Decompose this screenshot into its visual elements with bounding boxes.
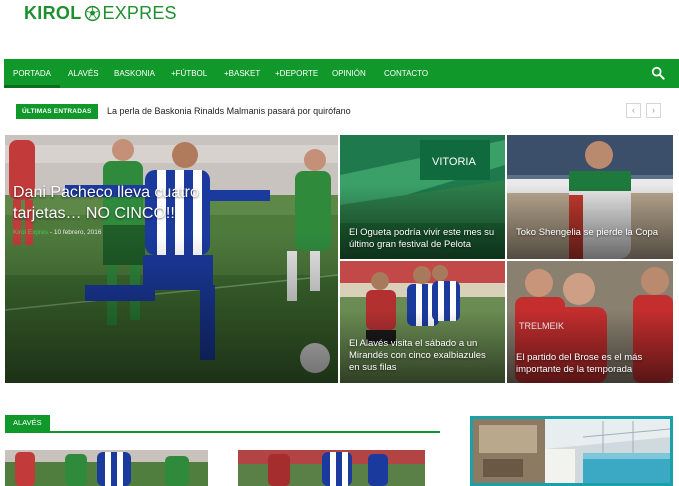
featured-main-shade	[5, 234, 338, 383]
featured-card-shade	[507, 184, 673, 259]
featured-card-shengelia[interactable]: Toko Shengelia se pierde la Copa	[507, 135, 673, 259]
featured-card-mirandes[interactable]: El Alavés visita el sábado a un Mirandés…	[340, 261, 505, 383]
article-thumbnail[interactable]	[238, 450, 425, 486]
nav-item-contacto[interactable]: CONTACTO	[384, 59, 428, 88]
ad-image	[473, 419, 670, 483]
nav-item-portada[interactable]: PORTADA	[4, 59, 60, 88]
nav-item-alaves[interactable]: ALAVÉS	[68, 59, 99, 88]
ticker-headline-link[interactable]: La perla de Baskonia Rinalds Malmanis pa…	[107, 104, 351, 119]
site-logo[interactable]: KIROL EXPRES	[24, 2, 177, 24]
main-nav: PORTADA ALAVÉS BASKONIA +FÚTBOL +BASKET …	[4, 59, 679, 88]
nav-item-baskonia[interactable]: BASKONIA	[114, 59, 155, 88]
search-icon[interactable]	[651, 66, 665, 80]
article-thumbnail-image	[238, 450, 425, 486]
latest-entries-badge: ÚLTIMAS ENTRADAS	[16, 104, 98, 119]
featured-shengelia-title[interactable]: Toko Shengelia se pierde la Copa	[516, 227, 664, 239]
soccer-ball-icon	[84, 5, 100, 21]
svg-text:VITORIA: VITORIA	[432, 156, 476, 168]
article-thumbnail[interactable]	[5, 450, 208, 486]
featured-main-meta: Kirol Expres - 10 febrero, 2016	[13, 229, 102, 236]
featured-main-date: 10 febrero, 2016	[53, 229, 102, 236]
page: KIROL EXPRES PORTADA ALAVÉS BASKONIA +FÚ…	[0, 0, 679, 486]
nav-item-futbol[interactable]: +FÚTBOL	[171, 59, 207, 88]
featured-mirandes-title[interactable]: El Alavés visita el sábado a un Mirandés…	[349, 338, 496, 374]
chevron-right-icon[interactable]: ›	[646, 103, 661, 118]
featured-main-title[interactable]: Dani Pacheco lleva cuatro tarjetas… NO C…	[13, 182, 233, 224]
logo-text-kirol: KIROL	[24, 2, 82, 23]
featured-main-card[interactable]	[5, 135, 338, 383]
featured-card-brose[interactable]: TRELMEIK El partido del Brose es el más …	[507, 261, 673, 383]
chevron-left-icon[interactable]: ‹	[626, 103, 641, 118]
nav-item-basket[interactable]: +BASKET	[224, 59, 260, 88]
article-thumbnail-image	[5, 450, 208, 486]
featured-card-ogueta[interactable]: VITORIA El Ogueta podría vivir este mes …	[340, 135, 505, 259]
sidebar-ad-banner[interactable]	[470, 416, 673, 486]
nav-item-deporte[interactable]: +DEPORTE	[275, 59, 318, 88]
featured-main-author[interactable]: Kirol Expres	[13, 229, 48, 236]
logo-text-expres: EXPRES	[102, 2, 177, 23]
section-divider	[5, 431, 440, 433]
section-badge-alaves[interactable]: ALAVÉS	[5, 415, 50, 431]
featured-brose-title[interactable]: El partido del Brose es el más important…	[516, 352, 664, 376]
nav-item-opinion[interactable]: OPINIÓN	[332, 59, 366, 88]
featured-ogueta-title[interactable]: El Ogueta podría vivir este mes su últim…	[349, 227, 496, 251]
